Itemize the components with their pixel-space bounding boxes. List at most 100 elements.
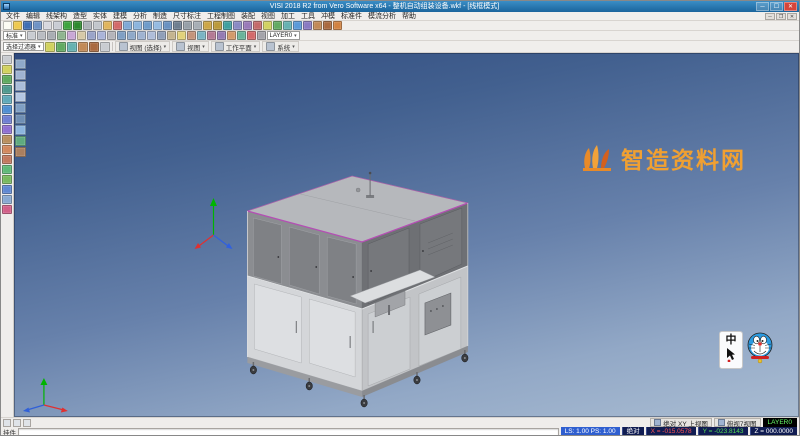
hidden-line-icon[interactable] [193,21,202,30]
snap-toggle-icon[interactable] [3,419,11,427]
menu-item[interactable]: 线架构 [43,12,70,21]
save-all-icon[interactable] [33,21,42,30]
filter-point-icon[interactable] [45,42,55,52]
filter-line-icon[interactable] [56,42,66,52]
menu-item[interactable]: 编辑 [23,12,43,21]
select-tool-icon[interactable] [2,55,12,64]
close-button[interactable]: ✕ [784,2,797,11]
toolbar-group-button[interactable]: 视图 (选择) ▾ [115,41,171,52]
menu-item[interactable]: 尺寸标注 [170,12,204,21]
menu-item[interactable]: 标准件 [338,12,365,21]
dimension-tool-icon[interactable] [2,205,12,214]
snap-icon[interactable] [243,21,252,30]
front-view-icon[interactable] [137,31,146,40]
print-preview-icon[interactable] [53,21,62,30]
active-layer-badge[interactable]: LAYER0 [763,418,797,427]
minimize-button[interactable]: ─ [756,2,769,11]
background-icon[interactable] [197,31,206,40]
titlebar[interactable]: VISI 2018 R2 from Vero Software x64 - 整机… [1,1,799,12]
top-view-icon[interactable] [127,31,136,40]
animate-icon[interactable] [237,31,246,40]
redo-icon[interactable] [73,21,82,30]
coord-mode[interactable]: 绝对 [622,427,644,436]
select-icon[interactable] [27,31,36,40]
menu-item[interactable]: 模流分析 [365,12,399,21]
style-combo[interactable]: 标准▾ [3,31,26,40]
layer-combo[interactable]: LAYER0▾ [267,31,300,40]
zoom-window-icon[interactable] [123,21,132,30]
toolbar-group-button[interactable]: 系统 ▾ [262,41,299,52]
solid-icon[interactable] [323,21,332,30]
command-input[interactable] [18,428,559,436]
open-file-icon[interactable] [13,21,22,30]
select-polygon-icon[interactable] [47,31,56,40]
record-icon[interactable] [247,31,256,40]
select-color-icon[interactable] [67,31,76,40]
menu-item[interactable]: 制造 [150,12,170,21]
view-mode-button[interactable]: 绝对 XY 上视图 [650,418,712,427]
line-tool-icon[interactable] [2,75,12,84]
machine-3d-model[interactable] [247,172,468,407]
arc-tool-icon[interactable] [2,95,12,104]
shaded-view-icon[interactable] [173,21,182,30]
section-icon[interactable] [217,31,226,40]
rotate-view-icon[interactable] [163,21,172,30]
select-layer-icon[interactable] [77,31,86,40]
undo-icon[interactable] [63,21,72,30]
filter-surface-icon[interactable] [78,42,88,52]
filter-combo[interactable]: 选择过滤器▾ [3,42,44,51]
circle-tool-icon[interactable] [2,105,12,114]
doc-minimize-button[interactable]: ─ [765,13,775,20]
zoom-previous-icon[interactable] [143,21,152,30]
menu-item[interactable]: 加工 [278,12,298,21]
menu-item[interactable]: 帮助 [399,12,419,21]
menu-item[interactable]: 文件 [3,12,23,21]
toolbar-group-button[interactable]: 视图 ▾ [172,41,209,52]
menu-item[interactable]: 实体 [90,12,110,21]
extend-tool-icon[interactable] [2,155,12,164]
filter-solid-icon[interactable] [89,42,99,52]
move-tool-icon[interactable] [2,195,12,204]
workplane-icon[interactable] [223,21,232,30]
arc-icon[interactable] [283,21,292,30]
copy-icon[interactable] [93,21,102,30]
layers-icon[interactable] [203,21,212,30]
toolbar-group-button[interactable]: 工作平面 ▾ [211,41,261,52]
select-chain-icon[interactable] [57,31,66,40]
menu-item[interactable]: 工程制图 [204,12,238,21]
clipping-icon[interactable] [207,31,216,40]
offset-tool-icon[interactable] [2,135,12,144]
grid-icon[interactable] [233,21,242,30]
paste-icon[interactable] [103,21,112,30]
rectangle-icon[interactable] [303,21,312,30]
menu-item[interactable]: 装配 [238,12,258,21]
ellipse-tool-icon[interactable] [2,115,12,124]
cad-scene[interactable] [14,53,799,417]
doc-close-button[interactable]: ✕ [787,13,797,20]
hide-entity-icon[interactable] [87,31,96,40]
right-view-icon[interactable] [147,31,156,40]
pan-icon[interactable] [153,21,162,30]
explode-icon[interactable] [227,31,236,40]
trim-tool-icon[interactable] [2,145,12,154]
named-view-icon[interactable] [167,31,176,40]
analysis-icon[interactable] [333,21,342,30]
previous-view-icon[interactable] [157,31,166,40]
print-icon[interactable] [43,21,52,30]
point-tool-icon[interactable] [2,65,12,74]
surface-icon[interactable] [313,21,322,30]
save-icon[interactable] [23,21,32,30]
measure-icon[interactable] [253,21,262,30]
menu-item[interactable]: 分析 [130,12,150,21]
menu-item[interactable]: 造型 [70,12,90,21]
grid-toggle-icon[interactable] [13,419,21,427]
show-entity-icon[interactable] [97,31,106,40]
mirror-tool-icon[interactable] [2,185,12,194]
select-window-icon[interactable] [37,31,46,40]
blank-entity-icon[interactable] [107,31,116,40]
chamfer-tool-icon[interactable] [2,175,12,184]
delete-icon[interactable] [113,21,122,30]
maximize-button[interactable]: ☐ [770,2,783,11]
light-icon[interactable] [177,31,186,40]
line-icon[interactable] [273,21,282,30]
